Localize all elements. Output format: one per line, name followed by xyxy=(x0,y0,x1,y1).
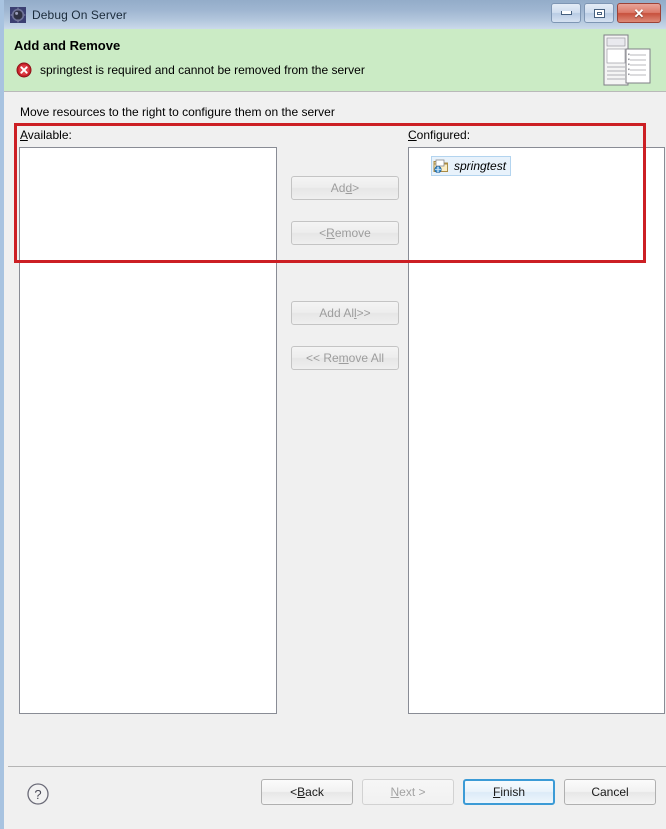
available-label-rest: vailable: xyxy=(27,128,72,142)
remove-all-button-post: ove All xyxy=(348,351,385,365)
back-button-pre: < xyxy=(290,785,298,799)
configured-label: Configured: xyxy=(408,128,470,142)
configured-list[interactable]: springtest xyxy=(408,147,665,714)
wizard-page-content: Move resources to the right to configure… xyxy=(8,93,666,767)
configured-label-rest: onfigured: xyxy=(416,128,471,142)
maximize-icon xyxy=(593,8,605,18)
list-item[interactable]: springtest xyxy=(431,156,512,176)
cancel-button-label: Cancel xyxy=(591,785,629,799)
add-all-button-post: >> xyxy=(356,306,371,320)
finish-button-mnemonic: F xyxy=(492,785,501,799)
available-label-mnemonic: A xyxy=(20,128,28,142)
next-button[interactable]: Next > xyxy=(362,779,454,805)
cancel-button[interactable]: Cancel xyxy=(564,779,656,805)
remove-button[interactable]: < Remove xyxy=(291,221,399,245)
available-list[interactable] xyxy=(19,147,277,714)
close-button[interactable]: ✕ xyxy=(617,3,661,23)
dialog-footer: ? < Back Next > Finish Cancel xyxy=(8,766,666,829)
help-question-icon[interactable]: ? xyxy=(26,782,50,806)
status-message-row: springtest is required and cannot be rem… xyxy=(16,62,365,78)
remove-all-button-pre: << Re xyxy=(305,351,339,365)
maximize-button[interactable] xyxy=(584,3,614,23)
add-all-button[interactable]: Add Al l >> xyxy=(291,301,399,325)
remove-all-button-mnemonic: m xyxy=(338,351,349,365)
available-label: Available: xyxy=(20,128,72,142)
page-title: Add and Remove xyxy=(14,38,121,53)
remove-all-button[interactable]: << Re m ove All xyxy=(291,346,399,370)
finish-button-post: inish xyxy=(500,785,526,799)
back-button-mnemonic: B xyxy=(297,785,306,799)
back-button-post: ack xyxy=(305,785,324,799)
add-button-pre: Ad xyxy=(330,181,346,195)
error-icon xyxy=(16,62,32,78)
server-document-icon xyxy=(596,33,656,91)
configured-label-mnemonic: C xyxy=(408,128,417,142)
dialog-window: Debug On Server ✕ Add and Remove springt… xyxy=(0,0,666,829)
add-button[interactable]: Ad d > xyxy=(291,176,399,200)
add-button-post: > xyxy=(352,181,360,195)
minimize-icon xyxy=(560,11,572,15)
window-controls: ✕ xyxy=(551,3,661,23)
finish-button[interactable]: Finish xyxy=(463,779,555,805)
add-button-mnemonic: d xyxy=(345,181,353,195)
back-button[interactable]: < Back xyxy=(261,779,353,805)
status-message: springtest is required and cannot be rem… xyxy=(40,63,365,77)
title-bar: Debug On Server ✕ xyxy=(4,0,666,29)
add-all-button-pre: Add Al xyxy=(319,306,354,320)
next-button-mnemonic: N xyxy=(390,785,400,799)
list-item-label: springtest xyxy=(454,159,507,173)
minimize-button[interactable] xyxy=(551,3,581,23)
instruction-text: Move resources to the right to configure… xyxy=(20,105,335,119)
remove-button-pre: < xyxy=(319,226,327,240)
module-project-icon xyxy=(433,158,449,174)
remove-button-post: emove xyxy=(334,226,371,240)
close-icon: ✕ xyxy=(633,5,645,21)
remove-button-mnemonic: R xyxy=(326,226,335,240)
wizard-banner: Add and Remove springtest is required an… xyxy=(4,29,666,92)
footer-button-group: < Back Next > Finish Cancel xyxy=(261,779,656,805)
gear-icon xyxy=(10,6,26,23)
window-title: Debug On Server xyxy=(32,7,127,22)
svg-text:?: ? xyxy=(34,787,41,802)
next-button-post: ext > xyxy=(399,785,426,799)
